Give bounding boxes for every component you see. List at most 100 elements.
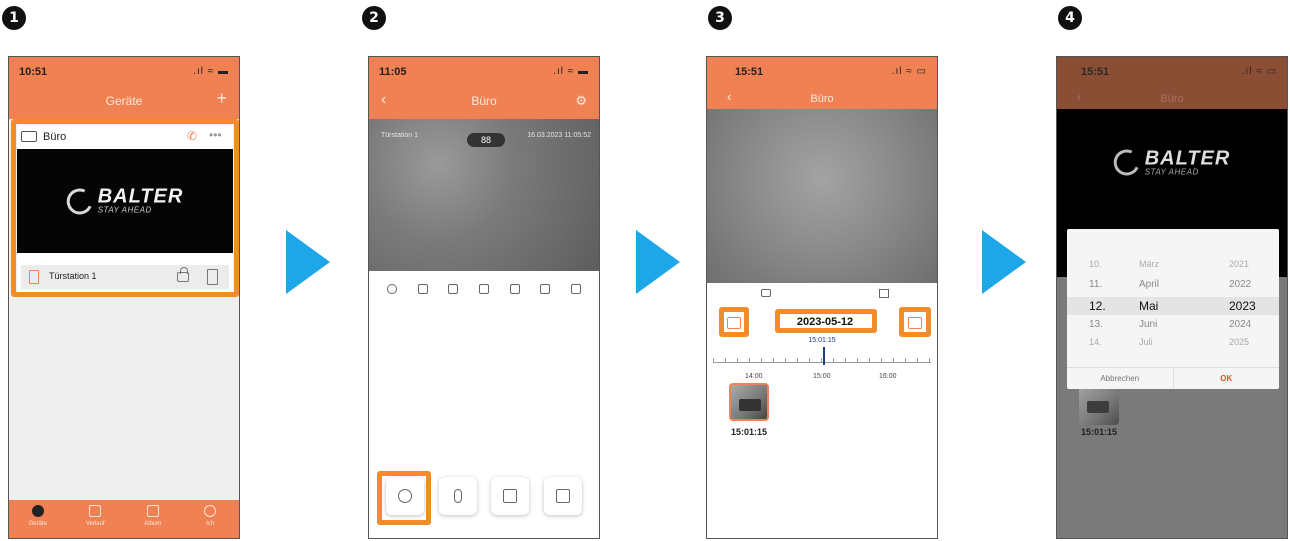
playback-video[interactable] (707, 109, 937, 283)
timeline-cursor[interactable] (823, 347, 825, 365)
day-option: 11. (1089, 279, 1103, 290)
record-icon[interactable] (387, 284, 398, 294)
month-option: April (1139, 279, 1160, 290)
brand-name: BALTER (1144, 147, 1231, 170)
snapshot-icon[interactable] (761, 289, 771, 297)
signal-icon: .ıl ≈ ▭ (891, 66, 927, 77)
status-bar: 10:51 .ıl ≈ ▬ (9, 57, 239, 85)
highlight-frame (377, 471, 431, 525)
tab-devices[interactable]: Geräte (9, 500, 67, 538)
timeline[interactable] (713, 353, 931, 363)
picker-row-selected[interactable]: 12. Mai 2023 (1067, 297, 1279, 315)
highlight-frame (899, 307, 931, 337)
picker-row[interactable]: 11. April 2022 (1067, 279, 1279, 295)
picker-row[interactable]: 10. März 2021 (1067, 259, 1279, 275)
camera-name: Türstation 1 (381, 132, 418, 139)
tab-album[interactable]: Album (124, 500, 182, 538)
unlock-icon (503, 489, 518, 503)
hour-label: 14:00 (745, 373, 763, 380)
fullscreen-icon[interactable] (570, 284, 581, 294)
crop-icon[interactable] (540, 284, 551, 294)
nav-bar: ‹ Büro ⚙ (369, 85, 599, 119)
highlight-frame (775, 309, 877, 333)
clock: 15:51 (735, 66, 764, 78)
date-picker-dialog: 10. März 2021 11. April 2022 12. Mai 202… (1067, 229, 1279, 389)
highlight-frame (719, 307, 749, 337)
clock: 11:05 (379, 66, 407, 78)
devices-icon (31, 505, 44, 517)
brand-logo: BALTER STAY AHEAD (1110, 146, 1231, 180)
ok-button[interactable]: OK (1174, 368, 1280, 389)
brand-mark-icon (1110, 146, 1144, 180)
video-timestamp: 16.03.2023 11:05:52 (527, 132, 591, 139)
picker-footer: Abbrechen OK (1067, 367, 1279, 389)
microphone-button[interactable] (438, 477, 477, 515)
picker-row[interactable]: 13. Juni 2024 (1067, 319, 1279, 335)
step-number-1: 1 (2, 6, 26, 30)
tab-label: Album (144, 521, 162, 527)
tab-label: Verlauf (85, 521, 105, 527)
phone-screen-live-view: 11:05 .ıl ≈ ▬ ‹ Büro ⚙ Türstation 1 88 1… (368, 56, 600, 539)
status-bar: 11:05 .ıl ≈ ▬ (369, 57, 599, 85)
plus-icon[interactable]: + (216, 88, 227, 109)
gear-icon[interactable]: ⚙ (575, 93, 587, 109)
year-option: 2024 (1229, 319, 1252, 330)
tab-me[interactable]: Ich (182, 500, 240, 538)
microphone-icon (453, 489, 462, 503)
signal-icon: .ıl ≈ ▬ (193, 66, 229, 77)
subtitle-icon[interactable] (478, 284, 489, 294)
album-icon (146, 505, 159, 517)
crop-icon[interactable] (879, 289, 889, 298)
month-option: Juni (1139, 319, 1158, 330)
cursor-time: 15:01:15 (808, 337, 836, 344)
clip-thumbnail (1079, 387, 1119, 425)
month-option: März (1139, 259, 1159, 269)
back-icon[interactable]: ‹ (727, 89, 731, 104)
clip-thumbnail[interactable] (729, 383, 769, 421)
status-bar-dimmed: 15:51 .ıl ≈ ▭ ‹ Büro (1057, 57, 1287, 109)
page-title: Geräte (105, 94, 143, 108)
tab-label: Ich (206, 521, 215, 527)
year-option: 2021 (1229, 259, 1250, 269)
day-option: 13. (1089, 319, 1103, 330)
thumbnail-detail (1087, 401, 1109, 413)
year-option: 2022 (1229, 279, 1252, 290)
clip-time: 15:01:15 (731, 427, 768, 437)
clock: 15:51 (1081, 66, 1110, 78)
keypad-button[interactable] (543, 477, 582, 515)
step-number-3: 3 (708, 6, 732, 30)
next-step-arrow-icon (286, 230, 330, 294)
next-step-arrow-icon (982, 230, 1026, 294)
year-option: 2023 (1229, 299, 1256, 313)
cancel-button[interactable]: Abbrechen (1067, 368, 1174, 389)
live-video[interactable]: Türstation 1 88 16.03.2023 11:05:52 (369, 119, 599, 271)
step-number-2: 2 (362, 6, 386, 30)
day-option: 14. (1089, 337, 1102, 347)
next-step-arrow-icon (636, 230, 680, 294)
snapshot-icon[interactable] (448, 284, 459, 294)
clock: 10:51 (19, 66, 48, 78)
video-controls (369, 279, 599, 299)
page-title: Büro (810, 93, 834, 105)
tab-bar: Geräte Verlauf Album Ich (9, 500, 239, 538)
signal-icon: .ıl ≈ ▬ (553, 66, 589, 77)
mute-icon[interactable] (417, 284, 428, 294)
picker-row[interactable]: 14. Juli 2025 (1067, 337, 1279, 353)
hd-icon[interactable] (509, 284, 520, 294)
phone-screen-devices: 10:51 .ıl ≈ ▬ Geräte + Büro ✆ ••• BALTER… (8, 56, 240, 539)
phone-screen-date-picker: 15:51 .ıl ≈ ▭ ‹ Büro BALTER STAY AHEAD 1… (1056, 56, 1288, 539)
hour-label: 16:00 (879, 373, 897, 380)
thumbnail-detail (739, 399, 761, 411)
year-option: 2025 (1229, 337, 1250, 347)
tab-history[interactable]: Verlauf (67, 500, 125, 538)
day-option: 12. (1089, 299, 1106, 313)
day-option: 10. (1089, 259, 1102, 269)
profile-icon (204, 505, 217, 517)
tab-label: Geräte (28, 521, 47, 527)
hour-label: 15:00 (813, 373, 831, 380)
unlock-button[interactable] (491, 477, 530, 515)
nav-bar: Geräte + (9, 85, 239, 119)
viewer-counter: 88 (467, 133, 505, 147)
month-option: Juli (1139, 337, 1153, 347)
signal-icon: .ıl ≈ ▭ (1241, 66, 1277, 77)
